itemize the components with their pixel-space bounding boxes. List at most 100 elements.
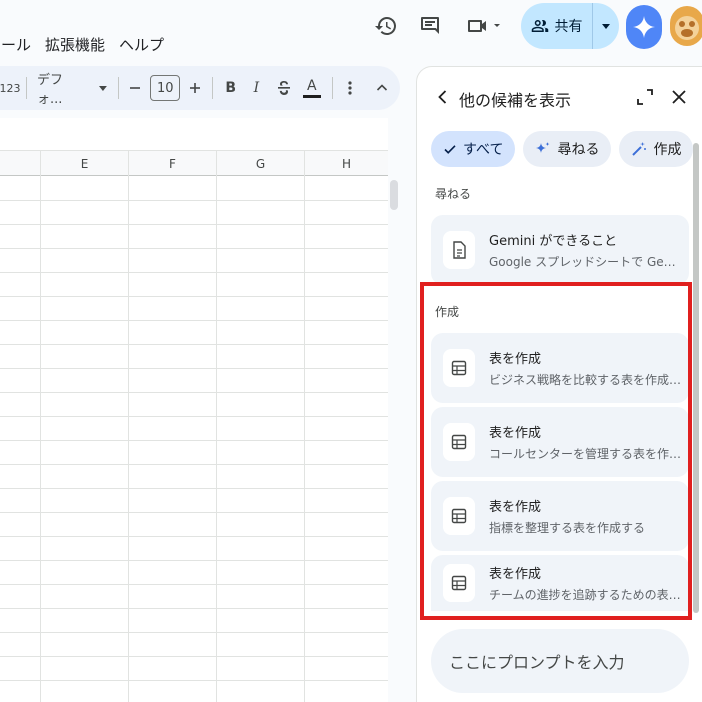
grid-row-line	[0, 464, 388, 465]
grid-row-line	[0, 416, 388, 417]
suggestion-card-create[interactable]: 表を作成 指標を整理する表を作成する	[431, 481, 689, 551]
grid-row-line	[0, 560, 388, 561]
sheets-window: ツール 拡張機能 ヘルプ 共有 1	[0, 0, 702, 702]
grid-row-line	[0, 392, 388, 393]
decrease-font-size-button[interactable]	[125, 74, 147, 102]
section-label-ask: 尋ねる	[435, 187, 472, 201]
strikethrough-icon	[278, 81, 291, 95]
formatting-toolbar: 123 デフォ... 10 B I A	[0, 66, 400, 110]
more-options-icon[interactable]	[339, 74, 361, 102]
grid-row-line	[0, 608, 388, 609]
card-text: 表を作成 ビジネス戦略を比較する表を作成する	[489, 348, 685, 388]
menu-list: ツール 拡張機能 ヘルプ	[0, 34, 164, 55]
chip-all[interactable]: すべて	[431, 131, 516, 167]
people-icon	[531, 20, 548, 32]
card-subtitle: ビジネス戦略を比較する表を作成する	[489, 373, 685, 387]
font-size-input[interactable]: 10	[150, 75, 181, 101]
menubar: ツール 拡張機能 ヘルプ 共有	[0, 0, 702, 64]
font-select[interactable]: デフォ...	[33, 73, 112, 107]
text-color-button[interactable]: A	[298, 74, 326, 102]
share-label: 共有	[554, 19, 583, 35]
version-history-icon[interactable]	[372, 12, 400, 40]
chip-create-label: 作成	[653, 142, 682, 158]
grid-row-line	[0, 248, 388, 249]
card-subtitle: チームの進捗を追跡するための表を...	[489, 588, 685, 602]
toolbar-divider	[26, 77, 27, 99]
column-header-f[interactable]: F	[128, 151, 216, 176]
grid-column-line	[216, 176, 217, 702]
grid-row-line	[0, 656, 388, 657]
minus-icon	[130, 87, 141, 89]
increase-font-size-button[interactable]	[184, 74, 206, 102]
gemini-side-panel: 他の候補を表示 すべて 尋ねる 作成 尋ねる Gemini ができること Goo…	[416, 66, 702, 702]
grid-column-line	[40, 176, 41, 702]
column-header-h[interactable]: H	[304, 151, 388, 176]
strikethrough-button[interactable]	[270, 74, 298, 102]
chip-ask-label: 尋ねる	[557, 142, 600, 158]
card-title: 表を作成	[489, 352, 542, 367]
table-icon	[443, 497, 475, 535]
toolbar-divider	[117, 77, 119, 99]
card-subtitle: 指標を整理する表を作成する	[489, 521, 646, 535]
table-icon	[443, 423, 475, 461]
suggestion-card-create[interactable]: 表を作成 チームの進捗を追跡するための表を...	[431, 555, 689, 611]
card-subtitle: コールセンターを管理する表を作成...	[489, 447, 685, 461]
toolbar-divider	[331, 77, 333, 99]
italic-button[interactable]: I	[243, 74, 271, 102]
chip-ask[interactable]: 尋ねる	[523, 131, 612, 167]
panel-header: 他の候補を表示	[417, 67, 702, 129]
grid-row-line	[0, 344, 388, 345]
suggestion-card-create[interactable]: 表を作成 コールセンターを管理する表を作成...	[431, 407, 689, 477]
magic-wand-icon	[632, 142, 647, 156]
collapse-toolbar-icon[interactable]	[364, 74, 400, 102]
grid-row-line	[0, 296, 388, 297]
text-color-swatch	[302, 94, 321, 98]
chip-all-label: すべて	[463, 142, 504, 158]
grid-scrollbar[interactable]	[390, 180, 398, 210]
card-title: Gemini ができること	[489, 234, 618, 249]
comment-icon[interactable]	[416, 12, 444, 40]
grid-row-line	[0, 536, 388, 537]
text-color-letter: A	[307, 77, 317, 94]
bold-button[interactable]: B	[219, 74, 243, 102]
menu-help[interactable]: ヘルプ	[119, 34, 164, 55]
panel-scrollbar[interactable]	[693, 143, 699, 613]
grid-row-line	[0, 224, 388, 225]
back-arrow-icon[interactable]	[431, 85, 455, 109]
avatar[interactable]	[670, 6, 702, 46]
card-text: 表を作成 指標を整理する表を作成する	[489, 496, 685, 536]
grid-row-line	[0, 584, 388, 585]
card-title: 表を作成	[489, 567, 542, 582]
grid-column-line	[128, 176, 129, 702]
sparkle-icon	[536, 142, 550, 153]
card-text: 表を作成 コールセンターを管理する表を作成...	[489, 422, 685, 462]
spreadsheet-grid[interactable]: E F G H	[0, 118, 388, 702]
caret-down-icon	[602, 24, 610, 29]
document-sparkle-icon	[443, 231, 475, 269]
share-button[interactable]: 共有	[521, 3, 593, 49]
share-dropdown-button[interactable]	[593, 3, 619, 49]
column-header-e[interactable]: E	[40, 151, 128, 176]
panel-title: 他の候補を表示	[459, 91, 572, 110]
menu-extensions[interactable]: 拡張機能	[45, 34, 105, 55]
card-subtitle: Google スプレッドシートで Gemini ...	[489, 255, 685, 269]
menu-tools[interactable]: ツール	[0, 34, 31, 55]
meet-icon[interactable]	[462, 12, 506, 40]
suggestion-card-create[interactable]: 表を作成 ビジネス戦略を比較する表を作成する	[431, 333, 689, 403]
column-header-g[interactable]: G	[216, 151, 304, 176]
grid-row-line	[0, 200, 388, 201]
plus-icon	[189, 83, 200, 93]
gemini-button[interactable]	[626, 5, 662, 49]
grid-row-line	[0, 632, 388, 633]
grid-row-line	[0, 680, 388, 681]
grid-row-line	[0, 272, 388, 273]
suggestion-card-ask[interactable]: Gemini ができること Google スプレッドシートで Gemini ..…	[431, 215, 689, 285]
number-format-button[interactable]: 123	[0, 74, 21, 102]
share-button-group: 共有	[521, 3, 619, 49]
grid-column-line	[304, 176, 305, 702]
prompt-input[interactable]: ここにプロンプトを入力	[431, 629, 689, 693]
chip-create[interactable]: 作成	[619, 131, 694, 167]
column-header-row: E F G H	[0, 150, 388, 176]
close-icon[interactable]	[667, 85, 691, 109]
expand-icon[interactable]	[633, 85, 657, 109]
